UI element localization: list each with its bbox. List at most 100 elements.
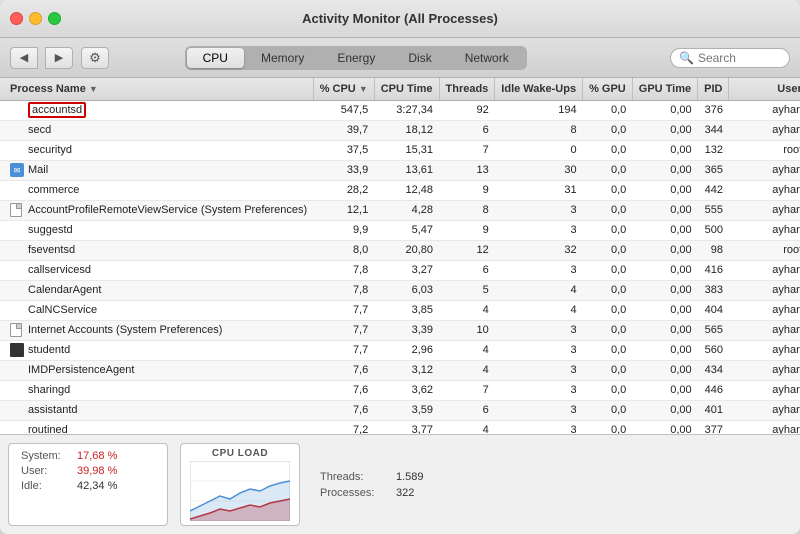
col-header-user[interactable]: User <box>729 78 800 100</box>
col-header-threads[interactable]: Threads <box>439 78 495 100</box>
table-cell: 0,00 <box>632 260 697 280</box>
process-name-cell: secd <box>0 121 313 140</box>
process-name-cell: Internet Accounts (System Preferences) <box>0 321 313 340</box>
table-cell: ayhan <box>729 320 800 340</box>
table-cell: 560 <box>698 340 729 360</box>
process-table: Process Name ▼ % CPU ▼ CPU Time Threads … <box>0 78 800 434</box>
table-cell: 0,0 <box>583 260 633 280</box>
col-header-cpu-pct[interactable]: % CPU ▼ <box>313 78 374 100</box>
col-header-idle-wakeups[interactable]: Idle Wake-Ups <box>495 78 583 100</box>
process-name-text: secd <box>28 124 51 136</box>
table-cell: 555 <box>698 200 729 220</box>
idle-stat-row: Idle: 42,34 % <box>21 480 155 492</box>
process-list: accountsd547,53:27,34921940,00,00376ayha… <box>0 100 800 434</box>
back-button[interactable]: ◀ <box>10 47 38 69</box>
table-row[interactable]: assistantd7,63,59630,00,00401ayhan <box>0 400 800 420</box>
table-cell: 0,00 <box>632 140 697 160</box>
table-row[interactable]: CalendarAgent7,86,03540,00,00383ayhan <box>0 280 800 300</box>
processes-label: Processes: <box>320 487 390 499</box>
search-input[interactable] <box>698 51 788 65</box>
table-cell: 3,27 <box>374 260 439 280</box>
table-cell: 3 <box>495 220 583 240</box>
table-cell: ayhan <box>729 420 800 434</box>
table-row[interactable]: ✉Mail33,913,6113300,00,00365ayhan <box>0 160 800 180</box>
table-cell: 0 <box>495 140 583 160</box>
main-window: Activity Monitor (All Processes) ◀ ▶ ⚙ C… <box>0 0 800 534</box>
table-row[interactable]: CalNCService7,73,85440,00,00404ayhan <box>0 300 800 320</box>
table-row[interactable]: callservicesd7,83,27630,00,00416ayhan <box>0 260 800 280</box>
process-name-cell: CalNCService <box>0 301 313 320</box>
process-name-text: Internet Accounts (System Preferences) <box>28 324 222 336</box>
forward-button[interactable]: ▶ <box>45 47 73 69</box>
table-cell: 20,80 <box>374 240 439 260</box>
table-row[interactable]: studentd7,72,96430,00,00560ayhan <box>0 340 800 360</box>
table-cell: 4 <box>439 300 495 320</box>
table-cell: root <box>729 240 800 260</box>
table-row[interactable]: commerce28,212,489310,00,00442ayhan <box>0 180 800 200</box>
table-cell: 377 <box>698 420 729 434</box>
table-cell: 6 <box>439 120 495 140</box>
table-row[interactable]: suggestd9,95,47930,00,00500ayhan <box>0 220 800 240</box>
tab-memory[interactable]: Memory <box>245 48 320 68</box>
table-row[interactable]: Internet Accounts (System Preferences)7,… <box>0 320 800 340</box>
table-cell: ayhan <box>729 160 800 180</box>
table-row[interactable]: securityd37,515,31700,00,00132root <box>0 140 800 160</box>
table-cell: 9,9 <box>313 220 374 240</box>
table-cell: 442 <box>698 180 729 200</box>
table-cell: 92 <box>439 100 495 120</box>
table-cell: ayhan <box>729 400 800 420</box>
cpu-load-chart-panel: CPU LOAD <box>180 443 300 526</box>
table-cell: 0,0 <box>583 340 633 360</box>
table-cell: 0,00 <box>632 320 697 340</box>
table-cell: ayhan <box>729 180 800 200</box>
table-cell: 7,8 <box>313 280 374 300</box>
col-header-pid[interactable]: PID <box>698 78 729 100</box>
table-row[interactable]: AccountProfileRemoteViewService (System … <box>0 200 800 220</box>
table-cell: 344 <box>698 120 729 140</box>
table-cell: 12,1 <box>313 200 374 220</box>
process-name-cell: fseventsd <box>0 241 313 260</box>
col-header-cpu-time[interactable]: CPU Time <box>374 78 439 100</box>
search-box[interactable]: 🔍 <box>670 48 790 68</box>
gear-button[interactable]: ⚙ <box>81 47 109 69</box>
table-cell: 0,00 <box>632 340 697 360</box>
table-row[interactable]: IMDPersistenceAgent7,63,12430,00,00434ay… <box>0 360 800 380</box>
tab-disk[interactable]: Disk <box>392 48 447 68</box>
table-row[interactable]: sharingd7,63,62730,00,00446ayhan <box>0 380 800 400</box>
table-cell: 4 <box>439 360 495 380</box>
col-header-process-name[interactable]: Process Name ▼ <box>0 78 313 100</box>
process-icon <box>10 343 24 357</box>
table-cell: 0,00 <box>632 400 697 420</box>
table-row[interactable]: fseventsd8,020,8012320,00,0098root <box>0 240 800 260</box>
traffic-lights <box>10 12 61 25</box>
table-row[interactable]: routined7,23,77430,00,00377ayhan <box>0 420 800 434</box>
processes-value: 322 <box>396 487 414 499</box>
col-header-gpu-pct[interactable]: % GPU <box>583 78 633 100</box>
tab-cpu[interactable]: CPU <box>187 48 244 68</box>
table-cell: 12,48 <box>374 180 439 200</box>
maximize-button[interactable] <box>48 12 61 25</box>
cpu-load-label: CPU LOAD <box>212 448 268 459</box>
table-cell: 3 <box>495 320 583 340</box>
table-cell: 3,85 <box>374 300 439 320</box>
table-cell: ayhan <box>729 300 800 320</box>
close-button[interactable] <box>10 12 23 25</box>
table-cell: 0,00 <box>632 360 697 380</box>
table-cell: 3 <box>495 420 583 434</box>
tab-network[interactable]: Network <box>449 48 525 68</box>
table-cell: 30 <box>495 160 583 180</box>
table-row[interactable]: accountsd547,53:27,34921940,00,00376ayha… <box>0 100 800 120</box>
col-header-gpu-time[interactable]: GPU Time <box>632 78 697 100</box>
minimize-button[interactable] <box>29 12 42 25</box>
tab-energy[interactable]: Energy <box>321 48 391 68</box>
table-cell: 3 <box>495 200 583 220</box>
table-cell: 0,0 <box>583 120 633 140</box>
table-cell: 365 <box>698 160 729 180</box>
table-row[interactable]: secd39,718,12680,00,00344ayhan <box>0 120 800 140</box>
table-cell: 3,77 <box>374 420 439 434</box>
table-cell: 194 <box>495 100 583 120</box>
table-cell: 0,0 <box>583 280 633 300</box>
table-cell: 0,00 <box>632 100 697 120</box>
table-cell: 401 <box>698 400 729 420</box>
system-stat-value: 17,68 % <box>77 450 117 462</box>
